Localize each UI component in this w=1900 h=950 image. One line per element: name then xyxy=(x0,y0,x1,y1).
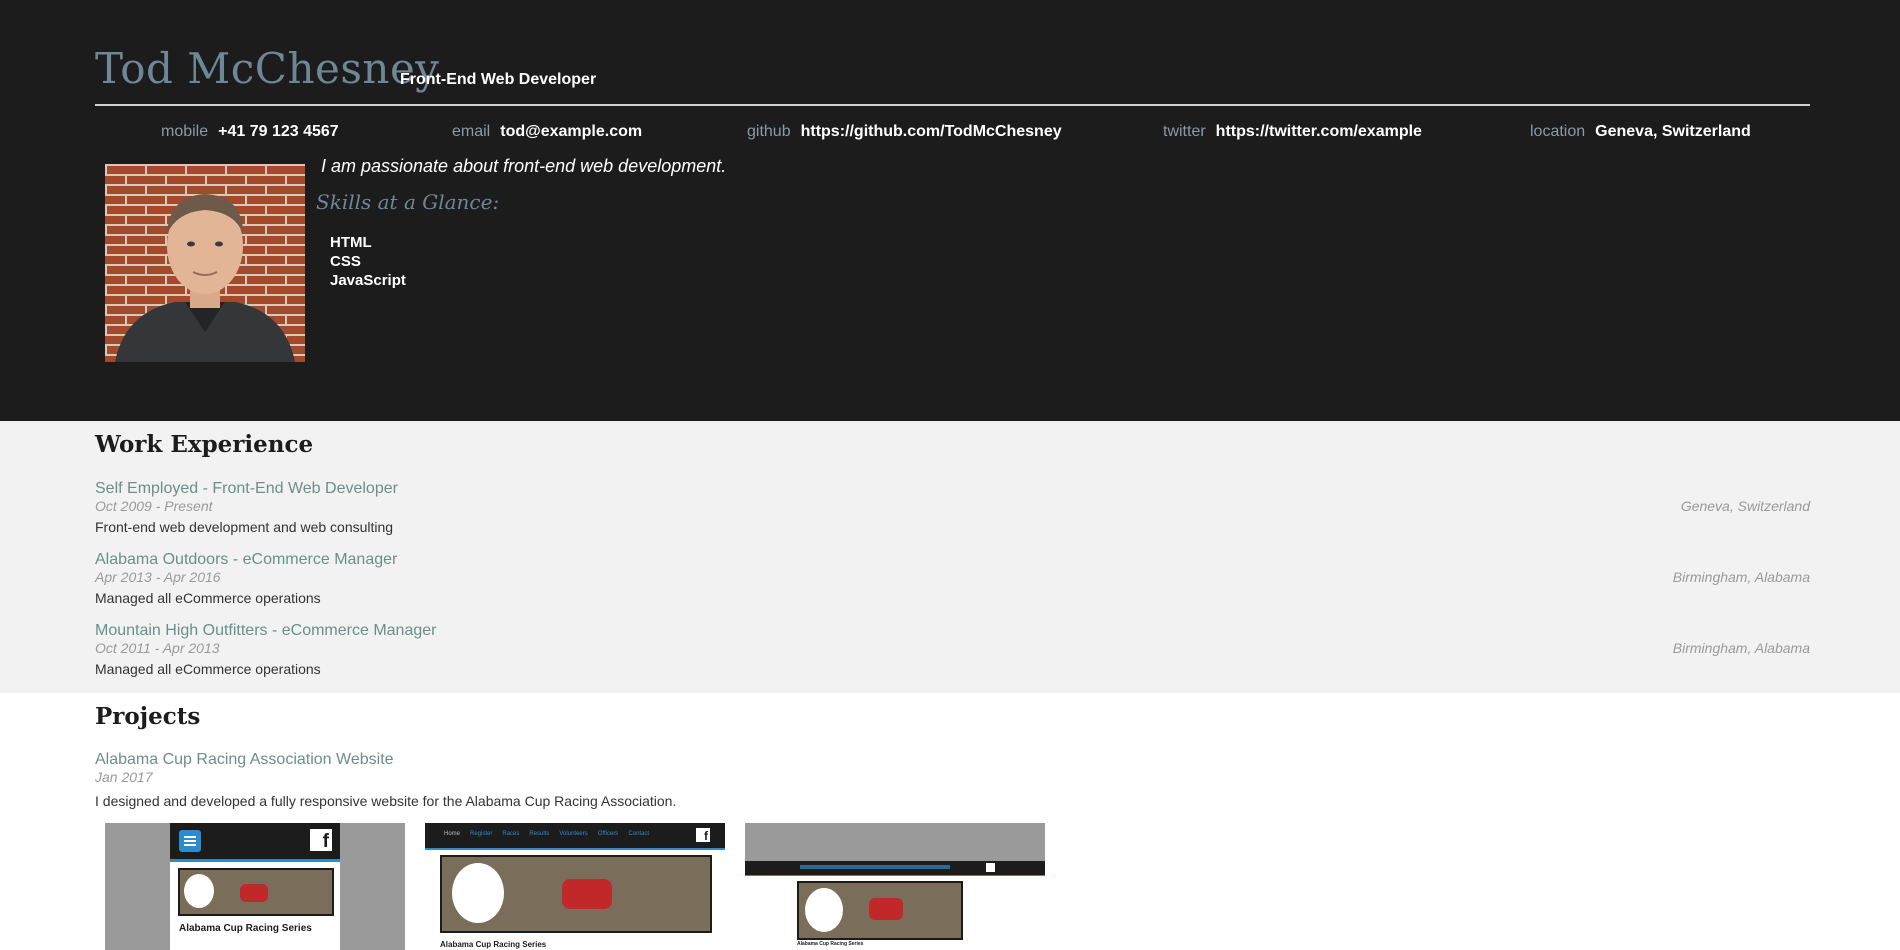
header-divider xyxy=(95,104,1810,106)
desktop-nav-bar: Home Register Races Results Volunteers Office… xyxy=(425,823,725,850)
contact-label: twitter xyxy=(1163,123,1206,140)
nav-link: Results xyxy=(529,831,550,837)
nav-link: Officers xyxy=(597,831,619,837)
skills-heading: Skills at a Glance: xyxy=(316,190,500,214)
mobile-site-heading: Alabama Cup Racing Series xyxy=(179,923,312,934)
skill-item: JavaScript xyxy=(330,272,406,289)
nav-link: Contact xyxy=(628,831,649,837)
project-screenshot-mobile[interactable]: f Alabama Cup Racing Series xyxy=(105,823,405,950)
job-location: Geneva, Switzerland xyxy=(1680,498,1810,514)
contact-value[interactable]: tod@example.com xyxy=(500,123,642,140)
job-entry: Mountain High Outfitters - eCommerce Man… xyxy=(95,622,1810,692)
nav-link: Volunteers xyxy=(559,831,588,837)
hero-image xyxy=(440,855,712,933)
skill-item: CSS xyxy=(330,253,361,270)
wide-site-heading: Alabama Cup Racing Series xyxy=(797,941,864,947)
project-date: Jan 2017 xyxy=(95,769,153,785)
desktop-nav-links: Home Register Races Results Volunteers Office… xyxy=(444,831,649,837)
desktop-site-heading: Alabama Cup Racing Series xyxy=(440,940,547,949)
skills-list: HTML CSS JavaScript xyxy=(330,233,406,290)
facebook-icon xyxy=(986,863,995,872)
profile-photo xyxy=(105,164,305,362)
contact-value: Geneva, Switzerland xyxy=(1595,123,1751,140)
nav-link: Register xyxy=(470,831,493,837)
project-screenshot-wide[interactable]: Alabama Cup Racing Series xyxy=(745,823,1045,950)
job-title: Mountain High Outfitters - eCommerce Man… xyxy=(95,622,437,639)
job-description: Front-end web development and web consul… xyxy=(95,519,394,535)
job-entry: Self Employed - Front-End Web Developer … xyxy=(95,480,1810,550)
work-experience-section: Work Experience Self Employed - Front-En… xyxy=(0,421,1900,693)
contact-email: email tod@example.com xyxy=(452,123,642,141)
contact-location: location Geneva, Switzerland xyxy=(1530,123,1751,141)
hero-image xyxy=(178,868,334,916)
tagline: I am passionate about front-end web deve… xyxy=(321,156,727,176)
contact-mobile: mobile +41 79 123 4567 xyxy=(161,123,339,141)
section-title: Work Experience xyxy=(95,431,314,458)
mobile-nav-bar: f xyxy=(170,823,340,862)
project-screenshot-desktop[interactable]: Home Register Races Results Volunteers Office… xyxy=(425,823,725,950)
nav-link: Home xyxy=(444,831,461,837)
job-entry: Alabama Outdoors - eCommerce Manager Apr… xyxy=(95,551,1810,621)
hero-image xyxy=(797,881,963,940)
resume-header: Tod McChesney Front-End Web Developer mo… xyxy=(0,0,1900,421)
contact-twitter: twitter https://twitter.com/example xyxy=(1163,123,1422,141)
contact-value[interactable]: +41 79 123 4567 xyxy=(218,123,339,140)
job-date: Apr 2013 - Apr 2016 xyxy=(95,569,221,585)
mobile-frame: f Alabama Cup Racing Series xyxy=(170,823,340,950)
job-role: Front-End Web Developer xyxy=(400,71,597,88)
wide-nav-bar xyxy=(745,861,1045,876)
wide-top-band xyxy=(745,823,1045,861)
skill-item: HTML xyxy=(330,234,372,251)
job-date: Oct 2009 - Present xyxy=(95,498,213,514)
job-date: Oct 2011 - Apr 2013 xyxy=(95,640,220,656)
project-description: I designed and developed a fully respons… xyxy=(95,793,677,809)
job-location: Birmingham, Alabama xyxy=(1672,569,1810,585)
job-description: Managed all eCommerce operations xyxy=(95,590,321,606)
contact-value[interactable]: https://twitter.com/example xyxy=(1216,123,1422,140)
contact-label: location xyxy=(1530,123,1586,140)
job-description: Managed all eCommerce operations xyxy=(95,661,321,677)
facebook-icon: f xyxy=(310,829,332,852)
job-title: Alabama Outdoors - eCommerce Manager xyxy=(95,551,398,568)
project-title[interactable]: Alabama Cup Racing Association Website xyxy=(95,751,394,769)
menu-icon xyxy=(179,830,201,852)
person-name: Tod McChesney xyxy=(95,44,440,93)
contact-label: mobile xyxy=(161,123,209,140)
contact-value[interactable]: https://github.com/TodMcChesney xyxy=(801,123,1062,140)
facebook-icon: f xyxy=(696,828,710,843)
contact-label: github xyxy=(747,123,791,140)
projects-title: Projects xyxy=(95,703,201,730)
nav-link: Races xyxy=(502,831,520,837)
job-title: Self Employed - Front-End Web Developer xyxy=(95,480,398,497)
contact-label: email xyxy=(452,123,491,140)
contact-github: github https://github.com/TodMcChesney xyxy=(747,123,1062,141)
job-location: Birmingham, Alabama xyxy=(1672,640,1810,656)
